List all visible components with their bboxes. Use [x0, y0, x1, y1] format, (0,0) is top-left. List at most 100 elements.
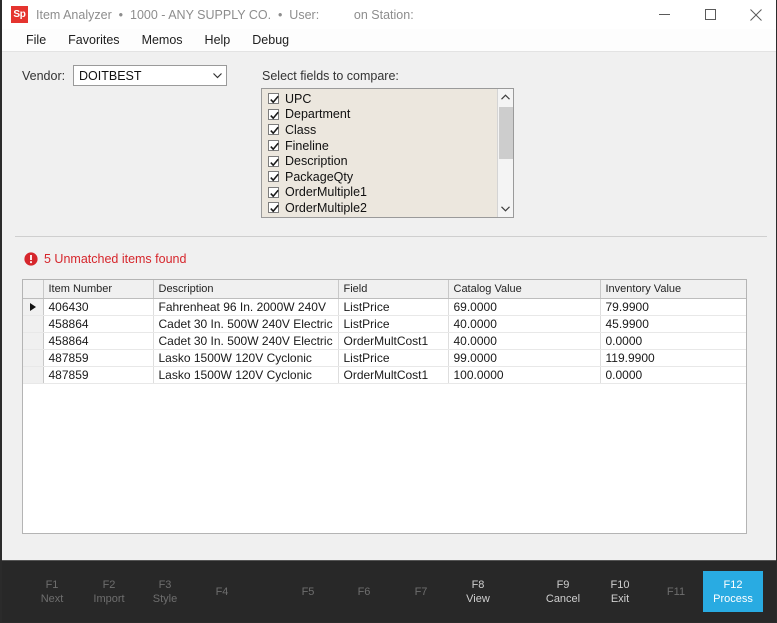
- fkey-number: F8: [471, 578, 485, 591]
- fkey-label: View: [466, 592, 490, 605]
- menu-item-file[interactable]: File: [15, 29, 57, 51]
- checkbox-checked-icon[interactable]: [268, 93, 279, 105]
- fkey-f11: F11: [646, 571, 706, 612]
- field-checkbox-row[interactable]: Fineline: [268, 138, 495, 154]
- cell-item-number: 487859: [43, 349, 154, 367]
- fkey-f1-next[interactable]: F1 Next: [22, 571, 82, 612]
- field-checkbox-row[interactable]: UPC: [268, 91, 495, 107]
- menu-item-favorites[interactable]: Favorites: [57, 29, 130, 51]
- fkey-f8-view[interactable]: F8 View: [448, 571, 508, 612]
- cell-description: Cadet 30 In. 500W 240V Electric: [153, 315, 339, 333]
- cell-item-number: 487859: [43, 366, 154, 384]
- scroll-up-icon[interactable]: [498, 89, 513, 105]
- cell-field: ListPrice: [338, 315, 449, 333]
- grid-table: Item Number Description Field Catalog Va…: [23, 280, 746, 384]
- cell-item-number: 406430: [43, 298, 154, 316]
- checkbox-checked-icon[interactable]: [268, 108, 279, 120]
- table-row[interactable]: 487859 Lasko 1500W 120V Cyclonic OrderMu…: [23, 366, 746, 384]
- cell-catalog-value: 40.0000: [448, 315, 601, 333]
- fkey-f3-style[interactable]: F3 Style: [135, 571, 195, 612]
- grid-header-row: Item Number Description Field Catalog Va…: [23, 280, 746, 299]
- fkey-f2-import[interactable]: F2 Import: [79, 571, 139, 612]
- table-row[interactable]: 406430 Fahrenheat 96 In. 2000W 240V List…: [23, 298, 746, 316]
- grid-column-header-description[interactable]: Description: [153, 280, 339, 299]
- fields-checklist[interactable]: UPC Department Class Fineline Descriptio…: [261, 88, 514, 218]
- fkey-label: Import: [93, 592, 125, 605]
- field-label: PackageQty: [285, 169, 354, 184]
- checkbox-checked-icon[interactable]: [268, 155, 279, 167]
- fields-checklist-items: UPC Department Class Fineline Descriptio…: [262, 89, 495, 216]
- row-selector[interactable]: [23, 349, 44, 367]
- field-checkbox-row[interactable]: OrderMultiple1: [268, 185, 495, 201]
- fkey-f6: F6: [334, 571, 394, 612]
- cell-catalog-value: 40.0000: [448, 332, 601, 350]
- table-row[interactable]: 458864 Cadet 30 In. 500W 240V Electric L…: [23, 315, 746, 333]
- app-logo-icon: Sp: [11, 6, 28, 23]
- field-checkbox-row[interactable]: PackageQty: [268, 169, 495, 185]
- field-checkbox-row[interactable]: Description: [268, 153, 495, 169]
- title-bar: Sp Item Analyzer • 1000 - ANY SUPPLY CO.…: [2, 0, 776, 29]
- fkey-number: F9: [556, 578, 570, 591]
- cell-field: OrderMultCost1: [338, 366, 449, 384]
- fkey-label: Exit: [610, 592, 630, 605]
- table-row[interactable]: 458864 Cadet 30 In. 500W 240V Electric O…: [23, 332, 746, 350]
- status-text: 5 Unmatched items found: [44, 252, 187, 266]
- cell-description: Lasko 1500W 120V Cyclonic: [153, 349, 339, 367]
- row-selector[interactable]: [23, 366, 44, 384]
- fkey-number: F6: [357, 585, 371, 598]
- scrollbar-thumb[interactable]: [499, 107, 513, 159]
- scroll-down-icon[interactable]: [498, 201, 513, 217]
- grid-column-header-inventory-value[interactable]: Inventory Value: [600, 280, 746, 299]
- grid-column-header-field[interactable]: Field: [338, 280, 449, 299]
- row-selector[interactable]: [23, 315, 44, 333]
- minimize-icon[interactable]: [641, 0, 687, 29]
- fkey-label: Style: [152, 592, 178, 605]
- cell-inventory-value: 45.9900: [600, 315, 746, 333]
- field-checkbox-row[interactable]: Class: [268, 122, 495, 138]
- cell-item-number: 458864: [43, 315, 154, 333]
- section-divider: [15, 236, 767, 237]
- window-controls: [641, 0, 776, 29]
- fkey-label: Cancel: [545, 592, 581, 605]
- checkbox-checked-icon[interactable]: [268, 171, 279, 183]
- field-label: OrderMultiple2: [285, 200, 367, 215]
- fkey-f4: F4: [192, 571, 252, 612]
- grid-column-header-item-number[interactable]: Item Number: [43, 280, 154, 299]
- fields-scrollbar[interactable]: [497, 89, 513, 217]
- status-message: 5 Unmatched items found: [24, 252, 186, 266]
- grid-row-header-corner: [23, 280, 44, 299]
- menu-item-help[interactable]: Help: [194, 29, 242, 51]
- field-label: Department: [285, 107, 351, 122]
- checkbox-checked-icon[interactable]: [268, 202, 279, 214]
- checkbox-checked-icon[interactable]: [268, 186, 279, 198]
- checkbox-checked-icon[interactable]: [268, 140, 279, 152]
- select-fields-label: Select fields to compare:: [262, 69, 399, 83]
- unmatched-items-grid[interactable]: Item Number Description Field Catalog Va…: [22, 279, 747, 534]
- row-selector[interactable]: [23, 298, 44, 316]
- field-label: OrderMultiple1: [285, 185, 367, 200]
- fkey-f12-process[interactable]: F12 Process: [703, 571, 763, 612]
- menu-item-memos[interactable]: Memos: [131, 29, 194, 51]
- cell-field: ListPrice: [338, 298, 449, 316]
- fkey-f10-exit[interactable]: F10 Exit: [590, 571, 650, 612]
- vendor-select[interactable]: DOITBEST: [73, 65, 227, 86]
- fkey-label: Process: [713, 592, 753, 605]
- menu-item-debug[interactable]: Debug: [241, 29, 300, 51]
- cell-field: OrderMultCost1: [338, 332, 449, 350]
- maximize-icon[interactable]: [687, 0, 733, 29]
- row-selector[interactable]: [23, 332, 44, 350]
- checkbox-checked-icon[interactable]: [268, 124, 279, 136]
- cell-catalog-value: 100.0000: [448, 366, 601, 384]
- field-label: Description: [285, 154, 348, 169]
- field-checkbox-row[interactable]: OrderMultiple2: [268, 200, 495, 216]
- cell-catalog-value: 99.0000: [448, 349, 601, 367]
- vendor-label: Vendor:: [22, 69, 66, 83]
- table-row[interactable]: 487859 Lasko 1500W 120V Cyclonic ListPri…: [23, 349, 746, 367]
- close-icon[interactable]: [733, 0, 776, 29]
- field-label: Class: [285, 122, 317, 137]
- field-checkbox-row[interactable]: Department: [268, 107, 495, 123]
- fkey-f9-cancel[interactable]: F9 Cancel: [533, 571, 593, 612]
- cell-inventory-value: 79.9900: [600, 298, 746, 316]
- grid-column-header-catalog-value[interactable]: Catalog Value: [448, 280, 601, 299]
- item-analyzer-window: Sp Item Analyzer • 1000 - ANY SUPPLY CO.…: [0, 0, 777, 623]
